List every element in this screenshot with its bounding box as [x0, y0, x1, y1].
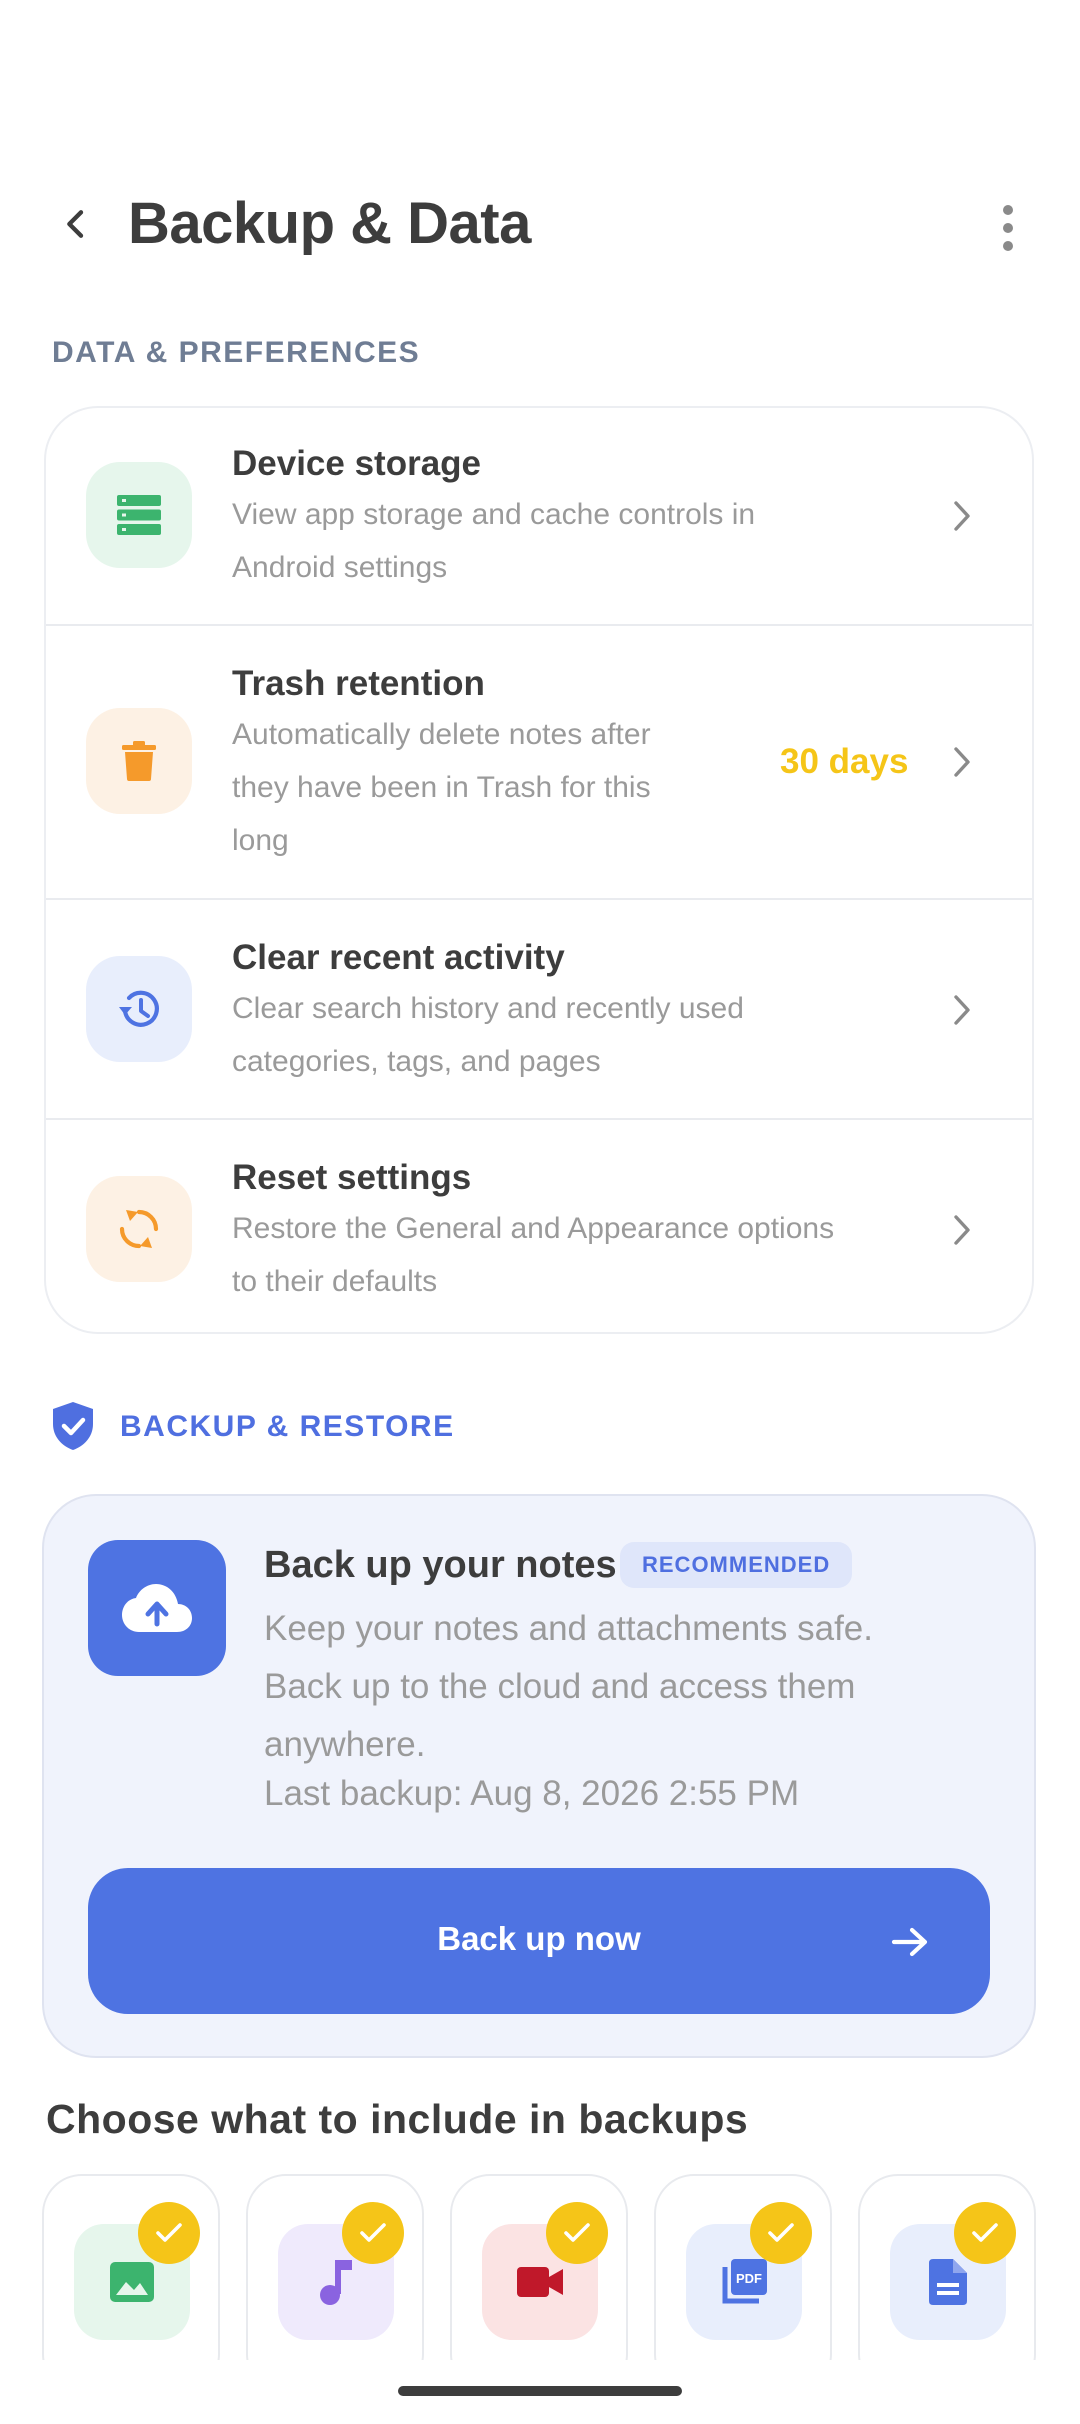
shield-check-icon: [50, 1400, 96, 1452]
include-option-video[interactable]: [450, 2174, 628, 2360]
include-section-title: Choose what to include in backups: [46, 2096, 749, 2142]
last-backup-text: Last backup: Aug 8, 2026 2:55 PM: [264, 1774, 800, 1813]
home-indicator[interactable]: [398, 2386, 682, 2396]
page-title: Backup & Data: [128, 191, 531, 256]
svg-text:PDF: PDF: [736, 2271, 762, 2286]
history-icon: [86, 956, 192, 1062]
arrow-right-icon: [891, 1927, 928, 1957]
row-description: Automatically delete notes after they ha…: [232, 718, 651, 857]
check-icon: [546, 2202, 608, 2264]
trash-retention-row[interactable]: Trash retention Automatically delete not…: [46, 626, 1032, 898]
backup-title: Back up your notes: [264, 1544, 617, 1586]
storage-icon: [86, 462, 192, 568]
chevron-right-icon: [942, 742, 982, 782]
row-description: Clear search history and recently used c…: [232, 992, 744, 1078]
include-option-audio[interactable]: [246, 2174, 424, 2360]
device-storage-row[interactable]: Device storage View app storage and cach…: [46, 408, 1032, 624]
chevron-right-icon: [942, 990, 982, 1030]
row-title: Reset settings: [232, 1158, 472, 1197]
backup-card: Back up your notes RECOMMENDED Keep your…: [42, 1494, 1036, 2058]
reset-settings-row[interactable]: Reset settings Restore the General and A…: [46, 1120, 1032, 1332]
reset-icon: [86, 1176, 192, 1282]
check-icon: [342, 2202, 404, 2264]
check-icon: [954, 2202, 1016, 2264]
row-description: Restore the General and Appearance optio…: [232, 1212, 835, 1298]
back-button[interactable]: [48, 196, 104, 252]
back-arrow-icon: [67, 210, 84, 238]
row-title: Device storage: [232, 444, 482, 483]
include-options-row: PDF: [42, 2174, 1080, 2360]
recommended-badge: RECOMMENDED: [620, 1542, 853, 1588]
backup-description: Keep your notes and attachments safe. Ba…: [264, 1609, 873, 1764]
chevron-right-icon: [942, 1210, 982, 1250]
clear-recent-activity-row[interactable]: Clear recent activity Clear search histo…: [46, 900, 1032, 1118]
trash-retention-value: 30 days: [780, 742, 909, 781]
include-option-documents[interactable]: [858, 2174, 1036, 2360]
row-title: Clear recent activity: [232, 938, 565, 977]
data-preferences-card: Device storage View app storage and cach…: [44, 406, 1034, 1334]
include-option-images[interactable]: [42, 2174, 220, 2360]
check-icon: [138, 2202, 200, 2264]
section-label-backup-restore: BACKUP & RESTORE: [120, 1410, 455, 1443]
cloud-upload-icon: [88, 1540, 226, 1676]
include-option-pdf[interactable]: PDF: [654, 2174, 832, 2360]
more-vertical-icon: [1003, 205, 1013, 251]
check-icon: [750, 2202, 812, 2264]
chevron-right-icon: [942, 496, 982, 536]
row-title: Trash retention: [232, 664, 485, 703]
section-label-data-preferences: DATA & PREFERENCES: [52, 336, 421, 369]
button-label: Back up now: [437, 1920, 641, 1957]
trash-icon: [86, 708, 192, 814]
row-description: View app storage and cache controls in A…: [232, 498, 756, 584]
back-up-now-button[interactable]: Back up now: [88, 1868, 990, 2014]
more-options-button[interactable]: [980, 196, 1036, 260]
